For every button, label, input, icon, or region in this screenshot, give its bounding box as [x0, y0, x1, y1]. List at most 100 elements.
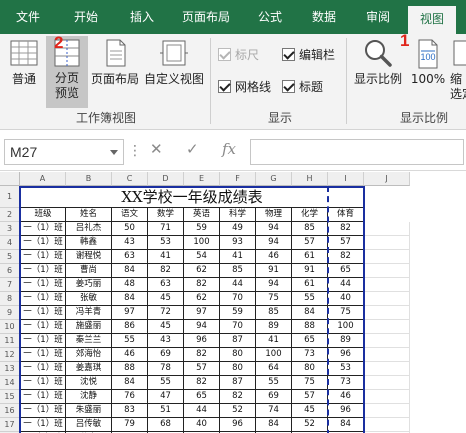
column-header-g[interactable]: G — [256, 172, 292, 186]
sheet-title[interactable]: XX学校一年级成绩表 — [20, 186, 364, 208]
table-cell[interactable]: 79 — [112, 418, 148, 432]
row-header-3[interactable]: 3 — [0, 222, 20, 236]
table-cell[interactable]: 68 — [148, 418, 184, 432]
enter-icon[interactable]: ✓ — [186, 140, 199, 158]
table-cell[interactable]: 46 — [328, 390, 364, 404]
column-header-h[interactable]: H — [292, 172, 328, 186]
column-title-cell[interactable]: 科学 — [220, 208, 256, 222]
table-cell[interactable]: 65 — [184, 390, 220, 404]
table-cell[interactable]: 53 — [328, 362, 364, 376]
name-box-dropdown-icon[interactable] — [110, 150, 118, 155]
column-title-cell[interactable]: 班级 — [20, 208, 66, 222]
empty-cell[interactable] — [364, 376, 410, 390]
table-cell[interactable]: 75 — [256, 292, 292, 306]
zoom-to-selection-button[interactable]: 缩 选定 — [450, 38, 466, 110]
table-cell[interactable]: 52 — [220, 404, 256, 418]
table-cell[interactable]: 一（1）班 — [20, 278, 66, 292]
table-cell[interactable]: 82 — [184, 376, 220, 390]
row-header-15[interactable]: 15 — [0, 390, 20, 404]
table-cell[interactable]: 63 — [112, 250, 148, 264]
table-cell[interactable]: 65 — [328, 264, 364, 278]
table-cell[interactable]: 59 — [184, 222, 220, 236]
tab-formulas[interactable]: 公式 — [248, 0, 292, 34]
table-cell[interactable]: 80 — [292, 362, 328, 376]
table-cell[interactable]: 57 — [184, 362, 220, 376]
table-cell[interactable]: 85 — [220, 264, 256, 278]
row-header-12[interactable]: 12 — [0, 348, 20, 362]
table-cell[interactable]: 一（1）班 — [20, 250, 66, 264]
page-layout-view-button[interactable]: 页面布局 — [90, 38, 140, 104]
table-cell[interactable]: 46 — [256, 250, 292, 264]
table-cell[interactable]: 84 — [256, 418, 292, 432]
row-header-17[interactable]: 17 — [0, 418, 20, 432]
table-cell[interactable]: 一（1）班 — [20, 334, 66, 348]
table-cell[interactable]: 74 — [256, 404, 292, 418]
table-cell[interactable]: 44 — [328, 278, 364, 292]
table-cell[interactable]: 96 — [328, 404, 364, 418]
table-cell[interactable]: 沈静 — [66, 390, 112, 404]
table-cell[interactable]: 吕传敏 — [66, 418, 112, 432]
table-cell[interactable]: 94 — [256, 222, 292, 236]
table-cell[interactable]: 44 — [220, 278, 256, 292]
table-cell[interactable]: 85 — [292, 222, 328, 236]
table-cell[interactable]: 82 — [148, 264, 184, 278]
column-title-cell[interactable]: 化学 — [292, 208, 328, 222]
table-cell[interactable]: 64 — [256, 362, 292, 376]
table-cell[interactable]: 46 — [112, 348, 148, 362]
table-cell[interactable]: 57 — [328, 236, 364, 250]
table-cell[interactable]: 78 — [148, 362, 184, 376]
table-cell[interactable]: 82 — [184, 348, 220, 362]
table-cell[interactable]: 71 — [148, 222, 184, 236]
table-cell[interactable]: 63 — [148, 278, 184, 292]
table-cell[interactable]: 69 — [256, 390, 292, 404]
tab-view[interactable]: 视图 — [408, 6, 456, 34]
column-title-cell[interactable]: 英语 — [184, 208, 220, 222]
table-cell[interactable]: 96 — [220, 418, 256, 432]
table-cell[interactable]: 94 — [256, 278, 292, 292]
empty-cell[interactable] — [364, 278, 410, 292]
empty-cell[interactable] — [364, 306, 410, 320]
table-cell[interactable]: 84 — [112, 264, 148, 278]
gridlines-checkbox[interactable]: 网格线 — [218, 78, 271, 95]
row-header-6[interactable]: 6 — [0, 264, 20, 278]
table-cell[interactable]: 97 — [184, 306, 220, 320]
table-cell[interactable]: 50 — [112, 222, 148, 236]
table-cell[interactable]: 84 — [292, 306, 328, 320]
table-cell[interactable]: 43 — [148, 334, 184, 348]
table-cell[interactable]: 一（1）班 — [20, 320, 66, 334]
table-cell[interactable]: 83 — [112, 404, 148, 418]
empty-cell[interactable] — [364, 334, 410, 348]
empty-cell[interactable] — [364, 250, 410, 264]
table-cell[interactable]: 一（1）班 — [20, 236, 66, 250]
table-cell[interactable]: 96 — [328, 348, 364, 362]
table-cell[interactable]: 施盛丽 — [66, 320, 112, 334]
cancel-icon[interactable]: ✕ — [150, 140, 163, 158]
table-cell[interactable]: 49 — [220, 222, 256, 236]
row-header-14[interactable]: 14 — [0, 376, 20, 390]
tab-insert[interactable]: 插入 — [120, 0, 164, 34]
table-cell[interactable]: 47 — [148, 390, 184, 404]
table-cell[interactable]: 75 — [292, 376, 328, 390]
column-header-b[interactable]: B — [66, 172, 112, 186]
table-cell[interactable]: 一（1）班 — [20, 362, 66, 376]
table-cell[interactable]: 94 — [256, 236, 292, 250]
table-cell[interactable]: 一（1）班 — [20, 390, 66, 404]
table-cell[interactable]: 80 — [220, 348, 256, 362]
formula-input[interactable] — [250, 139, 464, 165]
table-cell[interactable]: 75 — [328, 306, 364, 320]
table-cell[interactable]: 45 — [292, 404, 328, 418]
row-header-1[interactable]: 1 — [0, 186, 20, 208]
table-cell[interactable]: 62 — [184, 292, 220, 306]
table-cell[interactable]: 73 — [292, 348, 328, 362]
column-title-cell[interactable]: 语文 — [112, 208, 148, 222]
table-cell[interactable]: 72 — [148, 306, 184, 320]
name-box[interactable]: M27 — [4, 139, 124, 165]
table-cell[interactable]: 57 — [292, 236, 328, 250]
tab-home[interactable]: 开始 — [62, 0, 110, 34]
table-cell[interactable]: 70 — [220, 292, 256, 306]
row-header-9[interactable]: 9 — [0, 306, 20, 320]
spreadsheet-grid[interactable]: ABCDEFGHIJ123456789101112131415161718XX学… — [0, 172, 466, 433]
column-header-d[interactable]: D — [148, 172, 184, 186]
table-cell[interactable]: 48 — [112, 278, 148, 292]
table-cell[interactable]: 41 — [220, 250, 256, 264]
